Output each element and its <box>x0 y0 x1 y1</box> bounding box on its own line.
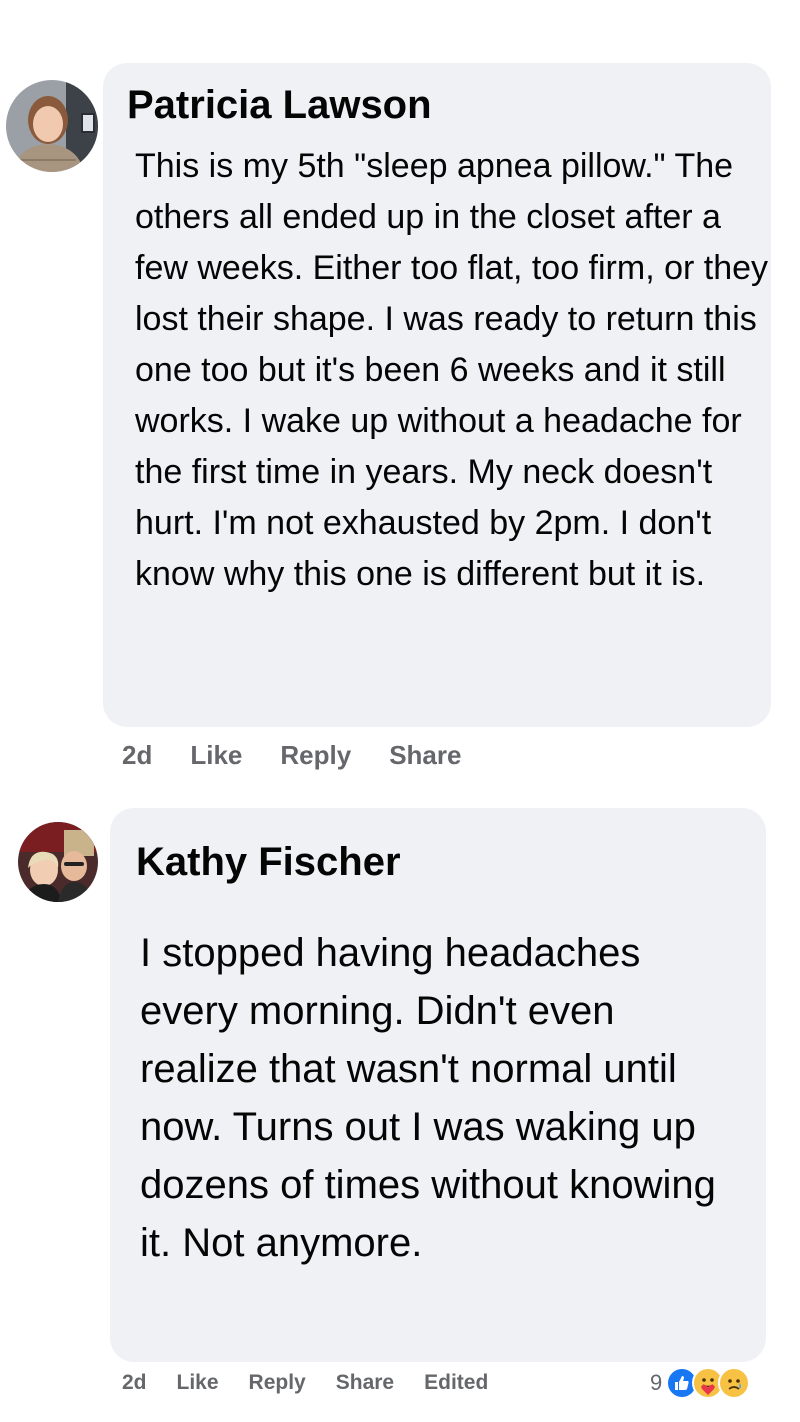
comment-actions: 2d Like Reply Share <box>122 736 499 774</box>
author-name[interactable]: Patricia Lawson <box>127 81 771 129</box>
comment-bubble: Patricia Lawson This is my 5th "sleep ap… <box>103 63 771 727</box>
reply-button[interactable]: Reply <box>249 1371 306 1395</box>
comment-text: I stopped having headaches every morning… <box>140 931 716 1265</box>
share-button[interactable]: Share <box>336 1371 394 1395</box>
comment-actions: 2d Like Reply Share Edited <box>122 1368 518 1398</box>
reply-button[interactable]: Reply <box>280 740 351 771</box>
timestamp[interactable]: 2d <box>122 740 152 771</box>
author-name[interactable]: Kathy Fischer <box>136 838 766 886</box>
reactions[interactable]: 9 <box>650 1366 751 1400</box>
timestamp[interactable]: 2d <box>122 1371 147 1395</box>
share-button[interactable]: Share <box>389 740 461 771</box>
like-button[interactable]: Like <box>190 740 242 771</box>
reaction-count: 9 <box>650 1370 663 1395</box>
avatar[interactable] <box>18 822 98 902</box>
comment-bubble: Kathy Fischer I stopped having headaches… <box>110 808 766 1362</box>
edited-label[interactable]: Edited <box>424 1371 488 1395</box>
sad-icon <box>718 1367 751 1399</box>
avatar[interactable] <box>6 80 98 172</box>
comment-text: This is my 5th "sleep apnea pillow." The… <box>135 147 769 593</box>
like-button[interactable]: Like <box>177 1371 219 1395</box>
